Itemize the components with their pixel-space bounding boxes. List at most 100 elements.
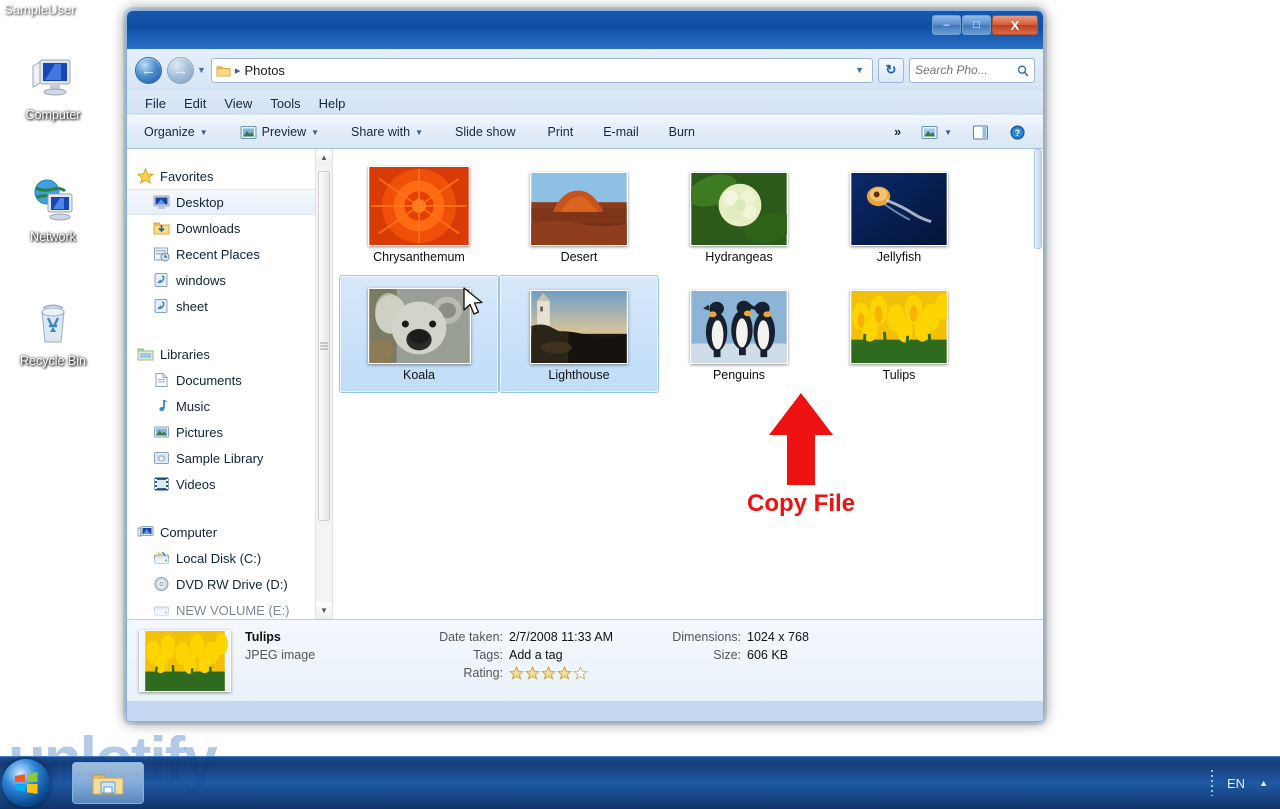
nav-group-libraries[interactable]: Libraries — [127, 341, 332, 367]
thumbnail-wrap — [523, 280, 635, 364]
details-thumbnail-tulips — [139, 630, 231, 692]
dvd-icon — [154, 577, 169, 591]
sidebar-item-sheet[interactable]: sheet — [127, 293, 332, 319]
file-name: Hydrangeas — [705, 250, 773, 264]
file-tile-jellyfish[interactable]: Jellyfish — [819, 157, 979, 275]
navigation-pane-scrollbar[interactable]: ▲ ▼ — [315, 149, 332, 619]
details-value[interactable]: Add a tag — [509, 648, 563, 662]
up-arrow-annotation-icon — [769, 393, 833, 485]
refresh-icon[interactable]: ↻ — [878, 57, 904, 83]
rating-stars[interactable] — [509, 666, 588, 680]
breadcrumb-photos[interactable]: Photos — [244, 63, 284, 78]
maximize-button[interactable]: □ — [962, 15, 991, 35]
minimize-button[interactable]: – — [932, 15, 961, 35]
taskbar: EN ▲ — [0, 756, 1280, 809]
content-scrollbar[interactable] — [1033, 149, 1043, 619]
file-tile-penguins[interactable]: Penguins — [659, 275, 819, 393]
window-controls: – □ X — [932, 15, 1038, 35]
content-scrollbar-thumb[interactable] — [1034, 149, 1042, 249]
details-pane: Tulips JPEG image Date taken: 2/7/2008 1… — [127, 619, 1043, 701]
desktop-icon-network[interactable]: Network — [0, 174, 108, 244]
search-input[interactable] — [915, 63, 1018, 77]
sidebar-item-new-volume-e[interactable]: NEW VOLUME (E:) — [127, 597, 332, 619]
chevron-down-icon: ▼ — [199, 127, 208, 137]
sidebar-item-pictures[interactable]: Pictures — [127, 419, 332, 445]
file-tile-lighthouse[interactable]: Lighthouse — [499, 275, 659, 393]
menu-item-tools[interactable]: Tools — [262, 94, 308, 113]
show-preview-pane-icon — [973, 125, 988, 139]
sidebar-item-label: DVD RW Drive (D:) — [176, 576, 288, 592]
file-tile-desert[interactable]: Desert — [499, 157, 659, 275]
chevron-down-icon[interactable]: ▼ — [855, 65, 868, 75]
sidebar-item-windows[interactable]: windows — [127, 267, 332, 293]
details-tags-row[interactable]: Tags: Add a tag — [415, 648, 613, 662]
overflow-button[interactable]: » — [885, 120, 910, 144]
thumbnail-penguins — [690, 290, 788, 364]
window-titlebar[interactable]: – □ X — [127, 11, 1043, 49]
preview-icon — [240, 125, 257, 139]
print-button[interactable]: Print — [538, 120, 582, 144]
star-filled-icon[interactable] — [541, 666, 556, 680]
forward-arrow-icon[interactable]: → — [167, 56, 194, 84]
language-indicator[interactable]: EN — [1227, 776, 1245, 791]
address-bar[interactable]: ▸ Photos ▼ — [210, 57, 873, 83]
file-tile-chrysanthemum[interactable]: Chrysanthemum — [339, 157, 499, 275]
desktop-icon-label: Recycle Bin — [20, 354, 86, 368]
show-preview-pane-button[interactable] — [963, 120, 998, 145]
star-filled-icon[interactable] — [509, 666, 524, 680]
file-tile-hydrangeas[interactable]: Hydrangeas — [659, 157, 819, 275]
sidebar-item-label: Music — [176, 398, 210, 414]
search-box[interactable] — [909, 57, 1035, 83]
details-key: Date taken: — [439, 630, 503, 644]
scroll-down-arrow-icon[interactable]: ▼ — [316, 602, 332, 619]
sidebar-item-downloads[interactable]: Downloads — [127, 215, 332, 241]
menu-item-view[interactable]: View — [216, 94, 260, 113]
organize-button[interactable]: Organize ▼ — [135, 120, 217, 144]
menu-item-file[interactable]: File — [137, 94, 174, 113]
close-button[interactable]: X — [992, 15, 1038, 35]
burn-button[interactable]: Burn — [660, 120, 704, 144]
thumbnail-tulips — [850, 290, 948, 364]
email-button[interactable]: E-mail — [594, 120, 647, 144]
sidebar-item-documents[interactable]: Documents — [127, 367, 332, 393]
windows-explorer-icon — [92, 774, 124, 795]
slide-show-button[interactable]: Slide show — [446, 120, 524, 144]
details-rating-row[interactable]: Rating: — [415, 666, 613, 680]
nav-group-label: Libraries — [160, 346, 210, 362]
back-arrow-icon[interactable]: ← — [135, 56, 162, 84]
sidebar-item-recent-places[interactable]: Recent Places — [127, 241, 332, 267]
sidebar-item-music[interactable]: Music — [127, 393, 332, 419]
file-grid: Chrysanthemum Desert Hydrangeas Jellyfis… — [339, 157, 979, 393]
file-tile-tulips[interactable]: Tulips — [819, 275, 979, 393]
star-empty-icon[interactable] — [573, 666, 588, 680]
thumbnail-lighthouse — [530, 290, 628, 364]
sidebar-item-local-disk-c[interactable]: Local Disk (C:) — [127, 545, 332, 571]
file-list-view[interactable]: Chrysanthemum Desert Hydrangeas Jellyfis… — [333, 149, 1043, 619]
sidebar-item-desktop[interactable]: Desktop — [127, 189, 332, 215]
help-button[interactable]: ? — [1000, 120, 1035, 145]
star-filled-icon[interactable] — [525, 666, 540, 680]
history-dropdown-icon[interactable]: ▼ — [197, 65, 206, 75]
menu-item-edit[interactable]: Edit — [176, 94, 214, 113]
nav-group-favorites[interactable]: Favorites — [127, 163, 332, 189]
nav-group-computer[interactable]: Computer — [127, 519, 332, 545]
sidebar-item-label: Sample Library — [176, 450, 264, 466]
sidebar-item-sample-library[interactable]: Sample Library — [127, 445, 332, 471]
taskbar-item-explorer[interactable] — [72, 762, 144, 804]
star-filled-icon[interactable] — [557, 666, 572, 680]
desktop-icon-recycle-bin[interactable]: Recycle Bin — [0, 298, 108, 368]
thumbnail-koala — [367, 288, 471, 364]
sidebar-item-videos[interactable]: Videos — [127, 471, 332, 497]
preview-button[interactable]: Preview ▼ — [231, 120, 328, 145]
share-with-button[interactable]: Share with ▼ — [342, 120, 432, 144]
sidebar-item-dvd-rw-drive-d[interactable]: DVD RW Drive (D:) — [127, 571, 332, 597]
network-icon — [0, 174, 108, 226]
desktop-icon-computer[interactable]: Computer — [0, 52, 108, 122]
scroll-up-arrow-icon[interactable]: ▲ — [316, 149, 332, 166]
windows-start-orb[interactable] — [2, 759, 50, 807]
change-view-button[interactable]: ▼ — [912, 120, 961, 145]
show-hidden-icons-arrow[interactable]: ▲ — [1259, 778, 1268, 788]
menu-item-help[interactable]: Help — [311, 94, 354, 113]
scrollbar-thumb[interactable] — [318, 171, 330, 521]
documents-icon — [155, 373, 168, 387]
